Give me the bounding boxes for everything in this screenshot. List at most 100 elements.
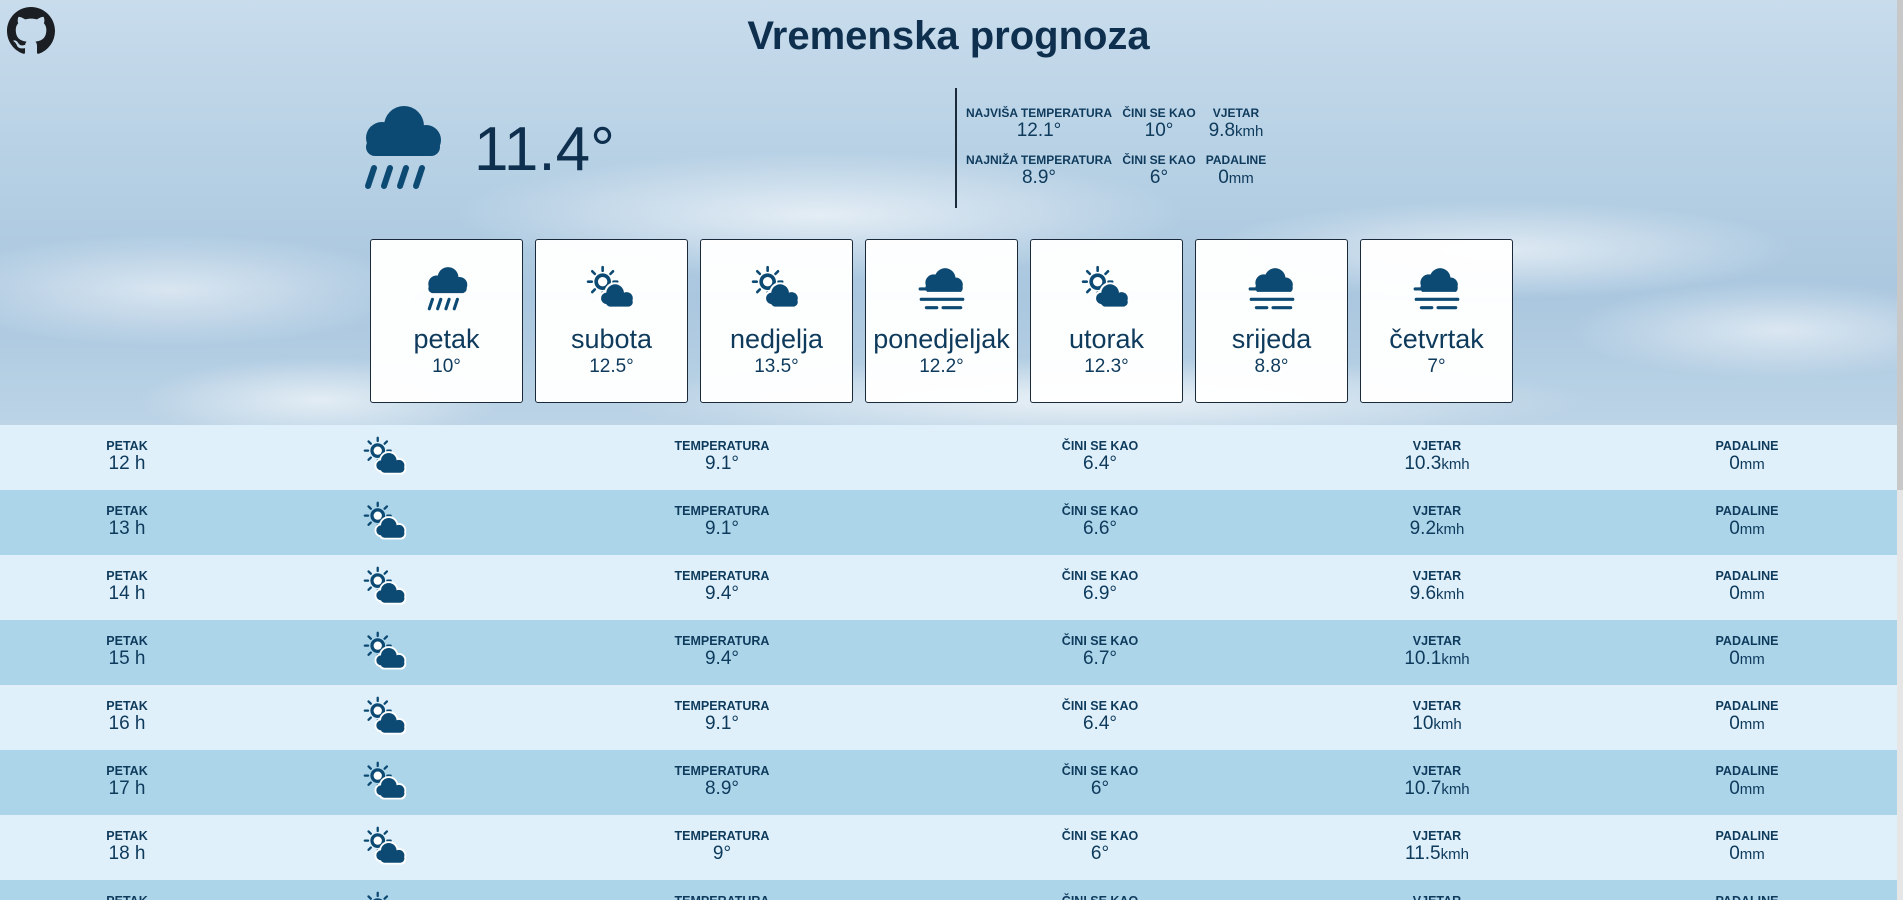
feels-like-label: ČINI SE KAO xyxy=(1061,504,1139,518)
feels-like-value: 6° xyxy=(1090,778,1110,799)
precipitation-value: 0mm xyxy=(1729,648,1765,669)
feels-like-value: 6.4° xyxy=(1082,713,1117,734)
day-label: PETAK xyxy=(27,894,227,900)
temperature-cell: TEMPERATURA xyxy=(622,894,822,900)
day-name: petak xyxy=(413,324,480,354)
stat-value: 9.8kmh xyxy=(1208,120,1264,141)
day-label: PETAK xyxy=(106,829,148,843)
wind-value: 11.5kmh xyxy=(1405,843,1469,864)
day-card-petak[interactable]: petak 10° xyxy=(370,239,523,403)
day-card-četvrtak[interactable]: četvrtak 7° xyxy=(1360,239,1513,403)
temperature-cell: TEMPERATURA 9.1° xyxy=(622,699,822,735)
wind-label: VJETAR xyxy=(1412,764,1462,778)
day-label: PETAK xyxy=(106,504,148,518)
scrollbar[interactable] xyxy=(1897,0,1903,900)
precipitation-value: 0mm xyxy=(1729,518,1765,539)
precipitation-cell: PADALINE 0mm xyxy=(1647,764,1847,801)
sun-cloud-icon xyxy=(363,826,407,865)
feels-like-cell: ČINI SE KAO 6.4° xyxy=(1000,699,1200,735)
temperature-value: 9.1° xyxy=(704,713,739,734)
wind-label: VJETAR xyxy=(1412,699,1462,713)
precipitation-cell: PADALINE 0mm xyxy=(1647,699,1847,736)
hour-value: 15 h xyxy=(108,648,146,669)
feels-like-label: ČINI SE KAO xyxy=(1000,894,1200,900)
day-card-srijeda[interactable]: srijeda 8.8° xyxy=(1195,239,1348,403)
day-label: PETAK xyxy=(106,634,148,648)
hourly-row: PETAK 18 h TEMPERATURA 9° ČINI SE KAO 6° VJETA… xyxy=(0,815,1897,880)
stat-label: PADALINE xyxy=(1205,153,1267,167)
wind-cell: VJETAR xyxy=(1337,894,1537,900)
day-label: PETAK xyxy=(106,699,148,713)
hour-value: 13 h xyxy=(108,518,146,539)
hour-cell: PETAK 16 h xyxy=(27,699,227,735)
temperature-cell: TEMPERATURA 9° xyxy=(622,829,822,865)
wind-cell: VJETAR 9.2kmh xyxy=(1337,504,1537,541)
day-name: srijeda xyxy=(1231,324,1312,354)
day-temperature: 7° xyxy=(1427,356,1446,377)
scrollbar-thumb[interactable] xyxy=(1897,0,1903,490)
temperature-label: TEMPERATURA xyxy=(674,829,770,843)
temperature-value: 9° xyxy=(712,843,732,864)
wind-value: 10kmh xyxy=(1412,713,1462,734)
sun-cloud-icon xyxy=(751,265,800,309)
day-name: ponedjeljak xyxy=(873,324,1010,354)
day-card-subota[interactable]: subota 12.5° xyxy=(535,239,688,403)
day-label: PETAK xyxy=(106,439,148,453)
day-card-ponedjeljak[interactable]: ponedjeljak 12.2° xyxy=(865,239,1018,403)
wind-label: VJETAR xyxy=(1412,439,1462,453)
hour-cell: PETAK 15 h xyxy=(27,634,227,670)
sun-cloud-icon xyxy=(363,436,407,475)
day-temperature: 8.8° xyxy=(1254,356,1289,377)
stat-value: 10° xyxy=(1144,120,1174,141)
wind-label: VJETAR xyxy=(1337,894,1537,900)
stat-label: NAJVIŠA TEMPERATURA xyxy=(965,106,1112,120)
hour-value: 18 h xyxy=(108,843,146,864)
hour-value: 12 h xyxy=(108,453,146,474)
feels-like-cell: ČINI SE KAO 6.4° xyxy=(1000,439,1200,475)
precipitation-cell: PADALINE xyxy=(1647,894,1847,900)
stat-max-temp: NAJVIŠA TEMPERATURA 12.1° xyxy=(965,106,1113,142)
feels-like-value: 6.6° xyxy=(1082,518,1117,539)
precipitation-value: 0mm xyxy=(1729,843,1765,864)
wind-cell: VJETAR 10.1kmh xyxy=(1337,634,1537,671)
feels-like-value: 6.9° xyxy=(1082,583,1117,604)
day-temperature: 10° xyxy=(432,356,461,377)
day-temperature: 13.5° xyxy=(754,356,799,377)
feels-like-value: 6.4° xyxy=(1082,453,1117,474)
feels-like-value: 6.7° xyxy=(1082,648,1117,669)
current-temperature: 11.4° xyxy=(474,115,615,184)
weather-page: Vremenska prognoza 11.4° NAJVIŠA TEMPERA… xyxy=(0,0,1897,900)
temperature-label: TEMPERATURA xyxy=(674,504,770,518)
precipitation-label: PADALINE xyxy=(1715,699,1779,713)
day-temperature: 12.2° xyxy=(919,356,964,377)
temperature-value: 8.9° xyxy=(704,778,739,799)
stat-label: NAJNIŽA TEMPERATURA xyxy=(966,153,1112,167)
temperature-cell: TEMPERATURA 9.4° xyxy=(622,634,822,670)
feels-like-cell: ČINI SE KAO 6.6° xyxy=(1000,504,1200,540)
hour-cell: PETAK xyxy=(27,894,227,900)
precipitation-value: 0mm xyxy=(1729,453,1765,474)
temperature-label: TEMPERATURA xyxy=(674,569,770,583)
wind-label: VJETAR xyxy=(1412,634,1462,648)
stat-min-temp: NAJNIŽA TEMPERATURA 8.9° xyxy=(965,153,1113,189)
fog-cloud-icon xyxy=(1413,268,1459,310)
sun-cloud-icon xyxy=(363,566,407,605)
day-name: nedjelja xyxy=(729,324,824,354)
precipitation-value: 0mm xyxy=(1729,583,1765,604)
precipitation-cell: PADALINE 0mm xyxy=(1647,504,1847,541)
stat-value: 0mm xyxy=(1218,167,1254,188)
hour-value: 16 h xyxy=(108,713,146,734)
day-card-nedjelja[interactable]: nedjelja 13.5° xyxy=(700,239,853,403)
day-name: utorak xyxy=(1068,324,1145,354)
rain-cloud-icon xyxy=(427,267,467,311)
temperature-value: 9.1° xyxy=(704,453,739,474)
temperature-label: TEMPERATURA xyxy=(674,699,770,713)
day-temperature: 12.3° xyxy=(1084,356,1129,377)
page-title: Vremenska prognoza xyxy=(747,14,1150,58)
precipitation-value: 0mm xyxy=(1729,713,1765,734)
wind-cell: VJETAR 11.5kmh xyxy=(1337,829,1537,866)
precipitation-label: PADALINE xyxy=(1647,894,1847,900)
stat-label: ČINI SE KAO xyxy=(1122,153,1196,167)
rain-cloud-icon xyxy=(365,106,441,189)
day-card-utorak[interactable]: utorak 12.3° xyxy=(1030,239,1183,403)
